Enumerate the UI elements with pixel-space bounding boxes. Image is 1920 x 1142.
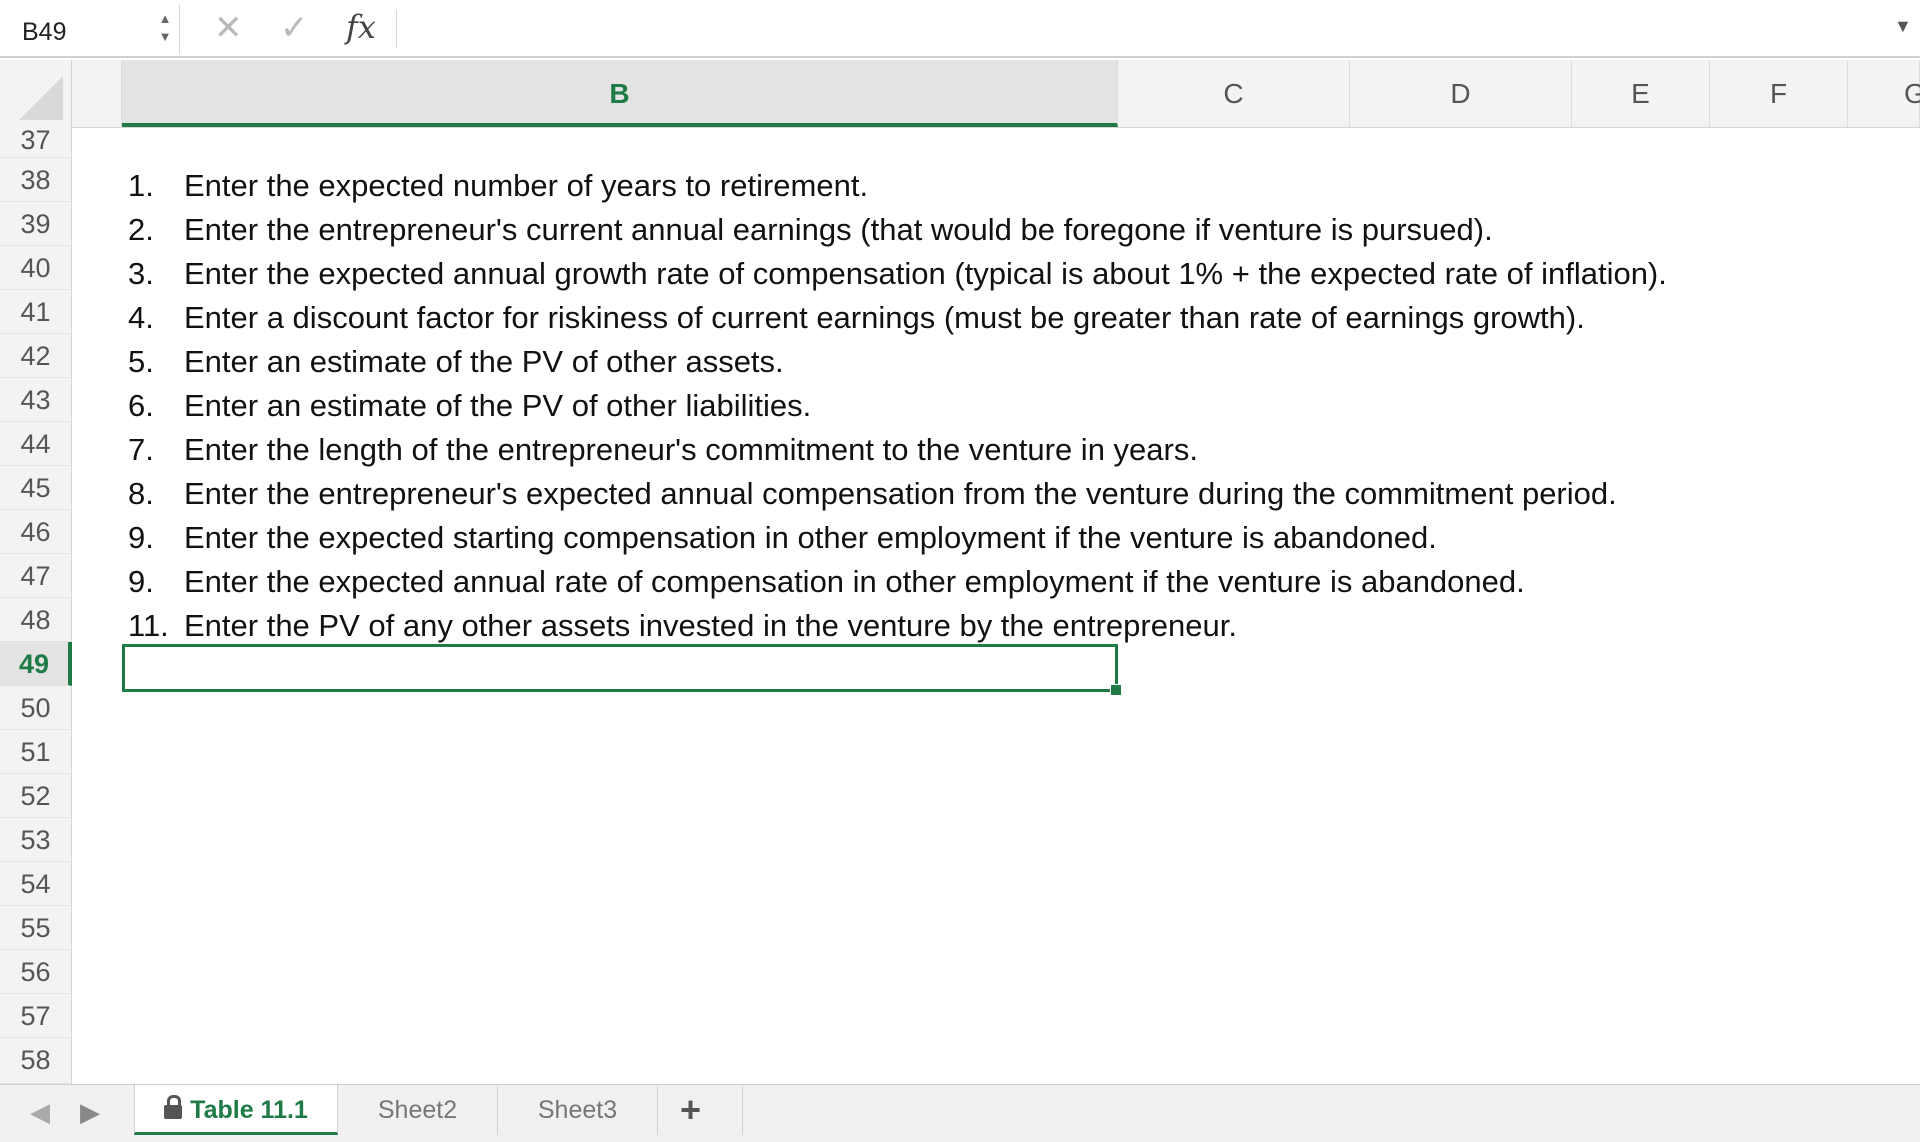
- row-header[interactable]: 37: [0, 122, 72, 158]
- formula-bar: B49 ▲ ▼ ✕ ✓ fx ▼: [0, 0, 1920, 58]
- item-text: Enter a discount factor for riskiness of…: [184, 300, 1585, 335]
- cell-b43[interactable]: 6. Enter an estimate of the PV of other l…: [128, 384, 811, 428]
- sheet-tab-sheet2[interactable]: Sheet2: [338, 1085, 498, 1135]
- column-header-d[interactable]: D: [1350, 60, 1572, 127]
- sheet-tab-label: Sheet2: [377, 1096, 458, 1124]
- sheet-tab-bar: ◀ ▶ Table 11.1 Sheet2 Sheet3 +: [0, 1084, 1920, 1142]
- row-header[interactable]: 42: [0, 334, 72, 378]
- column-header-a-hidden[interactable]: [72, 60, 122, 127]
- sheet-tab-label: Table 11.1: [190, 1096, 308, 1124]
- row-header[interactable]: 45: [0, 466, 72, 510]
- item-text: Enter an estimate of the PV of other ass…: [184, 344, 784, 379]
- cell-b40[interactable]: 3. Enter the expected annual growth rate …: [128, 252, 1667, 296]
- row-header[interactable]: 40: [0, 246, 72, 290]
- row-header[interactable]: 56: [0, 950, 72, 994]
- row-header[interactable]: 44: [0, 422, 72, 466]
- column-header-row: B C D E F G: [0, 60, 1920, 128]
- item-number: 4.: [128, 300, 154, 335]
- stepper-icon[interactable]: ▲ ▼: [156, 10, 174, 50]
- row-header[interactable]: 41: [0, 290, 72, 334]
- confirm-icon[interactable]: ✓: [280, 8, 309, 48]
- chevron-down-icon[interactable]: ▼: [1894, 16, 1912, 37]
- sheet-tab-sheet3[interactable]: Sheet3: [498, 1085, 658, 1135]
- item-number: 5.: [128, 344, 154, 379]
- item-number: 2.: [128, 212, 154, 247]
- item-text: Enter the entrepreneur's expected annual…: [184, 476, 1617, 511]
- formula-bar-divider: [396, 10, 397, 48]
- item-text: Enter the length of the entrepreneur's c…: [184, 432, 1198, 467]
- column-header-b[interactable]: B: [122, 60, 1118, 127]
- row-header[interactable]: 58: [0, 1038, 72, 1084]
- item-text: Enter the expected annual rate of compen…: [184, 564, 1525, 599]
- item-number: 8.: [128, 476, 154, 511]
- cell-b42[interactable]: 5. Enter an estimate of the PV of other a…: [128, 340, 784, 384]
- item-number: 3.: [128, 256, 154, 291]
- row-header[interactable]: 39: [0, 202, 72, 246]
- column-header-g[interactable]: G: [1848, 60, 1920, 127]
- row-header[interactable]: 47: [0, 554, 72, 598]
- cell-b48[interactable]: 11. Enter the PV of any other assets inve…: [128, 604, 1237, 648]
- add-sheet-button[interactable]: +: [680, 1089, 701, 1131]
- item-text: Enter the expected annual growth rate of…: [184, 256, 1667, 291]
- cancel-icon[interactable]: ✕: [214, 8, 243, 48]
- item-text: Enter an estimate of the PV of other lia…: [184, 388, 812, 423]
- active-cell-b49[interactable]: [122, 644, 1118, 692]
- cell-b44[interactable]: 7. Enter the length of the entrepreneur's…: [128, 428, 1198, 472]
- column-header-e[interactable]: E: [1572, 60, 1710, 127]
- cell-b47[interactable]: 9. Enter the expected annual rate of comp…: [128, 560, 1525, 604]
- item-text: Enter the entrepreneur's current annual …: [184, 212, 1493, 247]
- name-box-value[interactable]: B49: [22, 18, 66, 47]
- item-text: Enter the PV of any other assets investe…: [184, 608, 1237, 643]
- cell-b45[interactable]: 8. Enter the entrepreneur's expected annu…: [128, 472, 1617, 516]
- column-header-c[interactable]: C: [1118, 60, 1350, 127]
- row-header[interactable]: 57: [0, 994, 72, 1038]
- lock-icon: [164, 1095, 183, 1119]
- previous-sheet-icon[interactable]: ◀: [30, 1097, 50, 1128]
- item-number: 11.: [128, 608, 169, 643]
- row-header[interactable]: 46: [0, 510, 72, 554]
- sheet-tab-table-11-1[interactable]: Table 11.1: [134, 1085, 338, 1135]
- name-box[interactable]: B49 ▲ ▼: [0, 4, 180, 54]
- cell-b46[interactable]: 9. Enter the expected starting compensati…: [128, 516, 1437, 560]
- row-header[interactable]: 38: [0, 158, 72, 202]
- row-header[interactable]: 43: [0, 378, 72, 422]
- item-text: Enter the expected number of years to re…: [184, 168, 869, 203]
- row-header[interactable]: 50: [0, 686, 72, 730]
- formula-input[interactable]: [400, 6, 1860, 50]
- cell-b39[interactable]: 2. Enter the entrepreneur's current annua…: [128, 208, 1493, 252]
- row-header-active[interactable]: 49: [0, 642, 72, 686]
- row-header[interactable]: 53: [0, 818, 72, 862]
- row-header[interactable]: 54: [0, 862, 72, 906]
- next-sheet-icon[interactable]: ▶: [80, 1097, 100, 1128]
- row-header[interactable]: 55: [0, 906, 72, 950]
- row-header[interactable]: 48: [0, 598, 72, 642]
- column-header-f[interactable]: F: [1710, 60, 1848, 127]
- insert-function-button[interactable]: fx: [346, 8, 376, 46]
- item-number: 9.: [128, 520, 154, 555]
- cell-b38[interactable]: 1. Enter the expected number of years to …: [128, 164, 868, 208]
- cell-b41[interactable]: 4. Enter a discount factor for riskiness …: [128, 296, 1585, 340]
- sheet-tab-label: Sheet3: [537, 1096, 618, 1124]
- item-number: 7.: [128, 432, 154, 467]
- fill-handle[interactable]: [1110, 684, 1122, 696]
- item-number: 6.: [128, 388, 154, 423]
- tab-divider: [742, 1085, 743, 1135]
- select-all-button[interactable]: [0, 60, 72, 128]
- row-header[interactable]: 51: [0, 730, 72, 774]
- item-text: Enter the expected starting compensation…: [184, 520, 1437, 555]
- item-number: 9.: [128, 564, 154, 599]
- item-number: 1.: [128, 168, 154, 203]
- row-header[interactable]: 52: [0, 774, 72, 818]
